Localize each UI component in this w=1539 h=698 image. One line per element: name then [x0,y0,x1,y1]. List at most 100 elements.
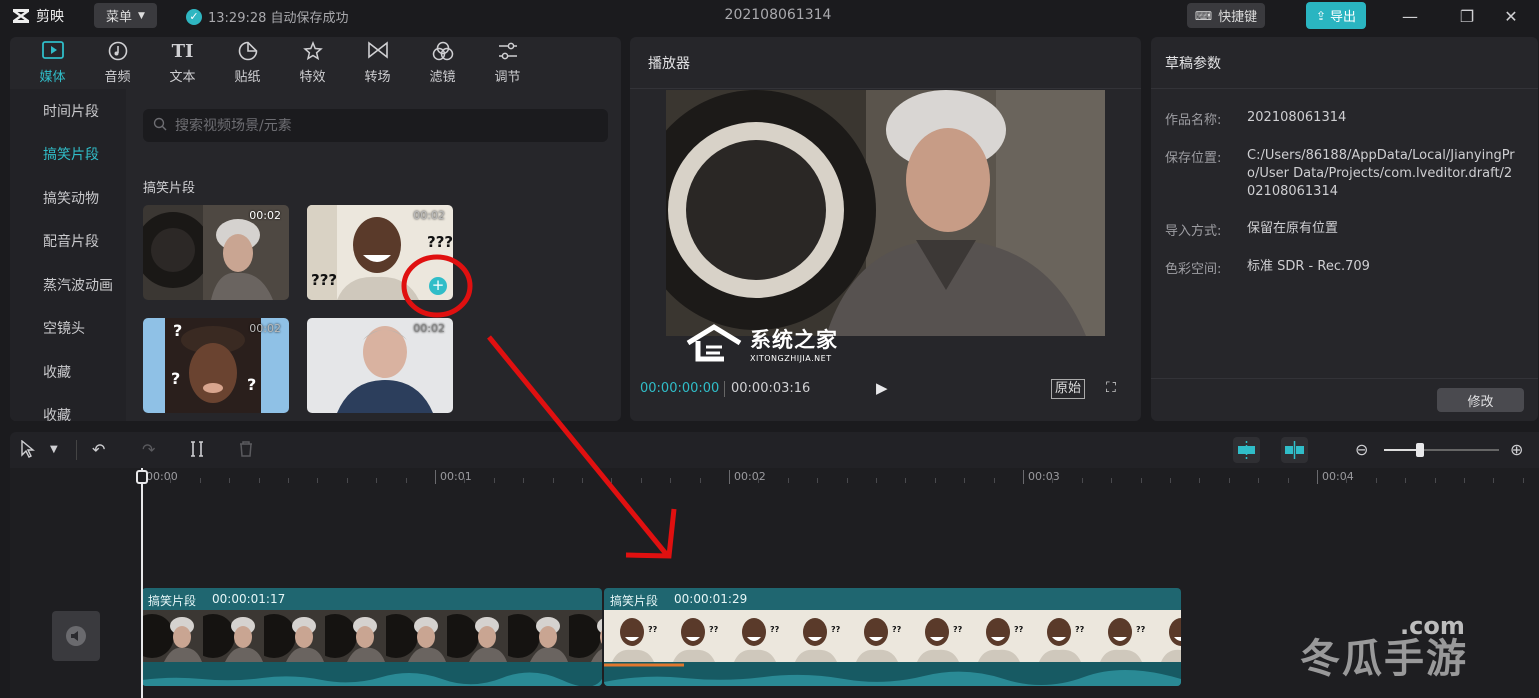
video-preview[interactable] [666,90,1105,336]
clip-header: 搞笑片段 00:00:01:29 [610,592,747,609]
total-time: 00:00:03:16 [731,381,811,396]
playhead[interactable] [141,468,143,698]
svg-text:??: ?? [1075,625,1085,634]
export-button[interactable]: ⇪ 导出 [1306,2,1366,29]
film-frame: ?? [970,610,1031,662]
search-icon [153,117,167,135]
ruler-minor-tick [1522,478,1524,483]
film-frame [313,610,386,662]
tab-text[interactable]: TI 文本 [150,37,215,89]
svg-text:???: ??? [427,233,453,251]
film-frame: ?? [1031,610,1092,662]
film-frame [191,610,264,662]
clip-thumbnail[interactable]: 00:02 [143,205,289,300]
ruler-minor-tick [758,478,760,483]
svg-text:?: ? [171,369,180,388]
clip-duration: 00:02 [249,209,281,222]
tab-effects[interactable]: 特效 [280,37,345,89]
clip-frames: ???????????????????? [604,610,1181,662]
tab-adjust[interactable]: 调节 [475,37,540,89]
clip-duration: 00:00:01:29 [674,592,748,606]
clip-thumbnail[interactable]: 00:02 [307,318,453,413]
tab-filter[interactable]: 滤镜 [410,37,475,89]
search-input[interactable] [175,117,595,134]
export-icon: ⇪ [1315,8,1327,23]
category-item[interactable]: 时间片段 [10,89,126,133]
video-frame-image [666,90,1105,336]
timeline-clip[interactable]: 搞笑片段 00:00:01:29 ???????????????????? [604,588,1181,686]
svg-text:??: ?? [892,625,902,634]
clip-duration: 00:02 [413,322,445,335]
clip-duration: 00:00:01:17 [212,592,286,606]
minimize-icon[interactable]: — [1398,4,1422,28]
ruler-minor-tick [288,478,289,483]
tab-effects-label: 特效 [299,70,326,85]
category-item[interactable]: 蒸汽波动画 [10,263,126,307]
clip-thumbnail[interactable]: ??? ??? 00:02 + [307,205,453,300]
linkage-button[interactable] [1281,437,1308,463]
ruler-minor-tick [670,478,672,483]
film-frame [435,610,508,662]
prop-key: 保存位置: [1165,151,1222,166]
category-item[interactable]: 收藏 [10,350,126,394]
category-item[interactable]: 收藏 [10,394,126,421]
zoom-out-icon[interactable]: ⊖ [1355,440,1368,459]
clip-thumbnail[interactable]: ? ? ? 00:02 [143,318,289,413]
house-logo-icon [686,324,742,362]
tab-transition[interactable]: 转场 [345,37,410,89]
transition-icon [367,41,389,63]
category-item-active[interactable]: 搞笑片段 [10,133,126,177]
maximize-icon[interactable]: ❐ [1455,4,1479,28]
timeline-clip[interactable]: 搞笑片段 00:00:01:17 [142,588,602,686]
prop-value: C:/Users/86188/AppData/Local/JianyingPro… [1247,148,1515,199]
close-icon[interactable]: ✕ [1499,4,1523,28]
zoom-in-icon[interactable]: ⊕ [1510,440,1523,459]
modify-button[interactable]: 修改 [1437,388,1524,412]
select-pointer-icon[interactable] [20,439,36,462]
media-icon [41,41,64,63]
category-item[interactable]: 配音片段 [10,220,126,264]
tab-audio[interactable]: 音频 [85,37,150,89]
audio-icon [108,41,128,63]
section-title: 搞笑片段 [143,181,196,196]
ruler-minor-tick [1405,478,1407,483]
ruler-minor-tick [1464,478,1465,483]
ruler-minor-tick [846,478,848,483]
audio-waveform [142,662,602,686]
ruler-minor-tick [582,478,583,483]
ruler-label: 00:04 [1317,470,1354,484]
ruler-label: 00:01 [435,470,472,484]
play-icon[interactable]: ▶ [876,379,888,397]
tab-sticker[interactable]: 贴纸 [215,37,280,89]
shortcut-button[interactable]: ⌨ 快捷键 [1187,3,1265,28]
film-frame [557,610,602,662]
fullscreen-icon[interactable]: ⛶ [1106,380,1116,396]
ruler-minor-tick [1170,478,1171,483]
ratio-button[interactable]: 原始 [1051,379,1086,399]
add-to-timeline-icon[interactable]: + [429,277,447,295]
category-item[interactable]: 空镜头 [10,307,126,351]
chevron-down-icon[interactable]: ▼ [50,444,58,455]
playhead-handle[interactable] [136,470,148,484]
speaker-icon [66,626,86,646]
film-frame [374,610,447,662]
ruler-minor-tick [258,478,260,483]
keyboard-icon: ⌨ [1194,8,1213,23]
delete-icon [238,440,254,462]
prop-row-location: 保存位置: C:/Users/86188/AppData/Local/Jiany… [1165,147,1517,201]
tab-media[interactable]: 媒体 [20,37,85,89]
prop-key: 作品名称: [1165,113,1222,128]
ruler-minor-tick [552,478,554,483]
ruler-minor-tick [376,478,378,483]
mute-track-button[interactable] [52,611,100,661]
split-icon[interactable] [190,440,204,462]
film-frame: ?? [604,610,665,662]
undo-icon[interactable]: ↶ [92,440,105,459]
ruler-minor-tick [346,478,348,483]
text-icon: TI [171,41,194,62]
divider [630,88,1141,89]
auto-snap-button[interactable] [1233,437,1260,463]
category-item[interactable]: 搞笑动物 [10,176,126,220]
zoom-slider-handle[interactable] [1416,443,1424,457]
ruler-minor-tick [199,478,201,483]
